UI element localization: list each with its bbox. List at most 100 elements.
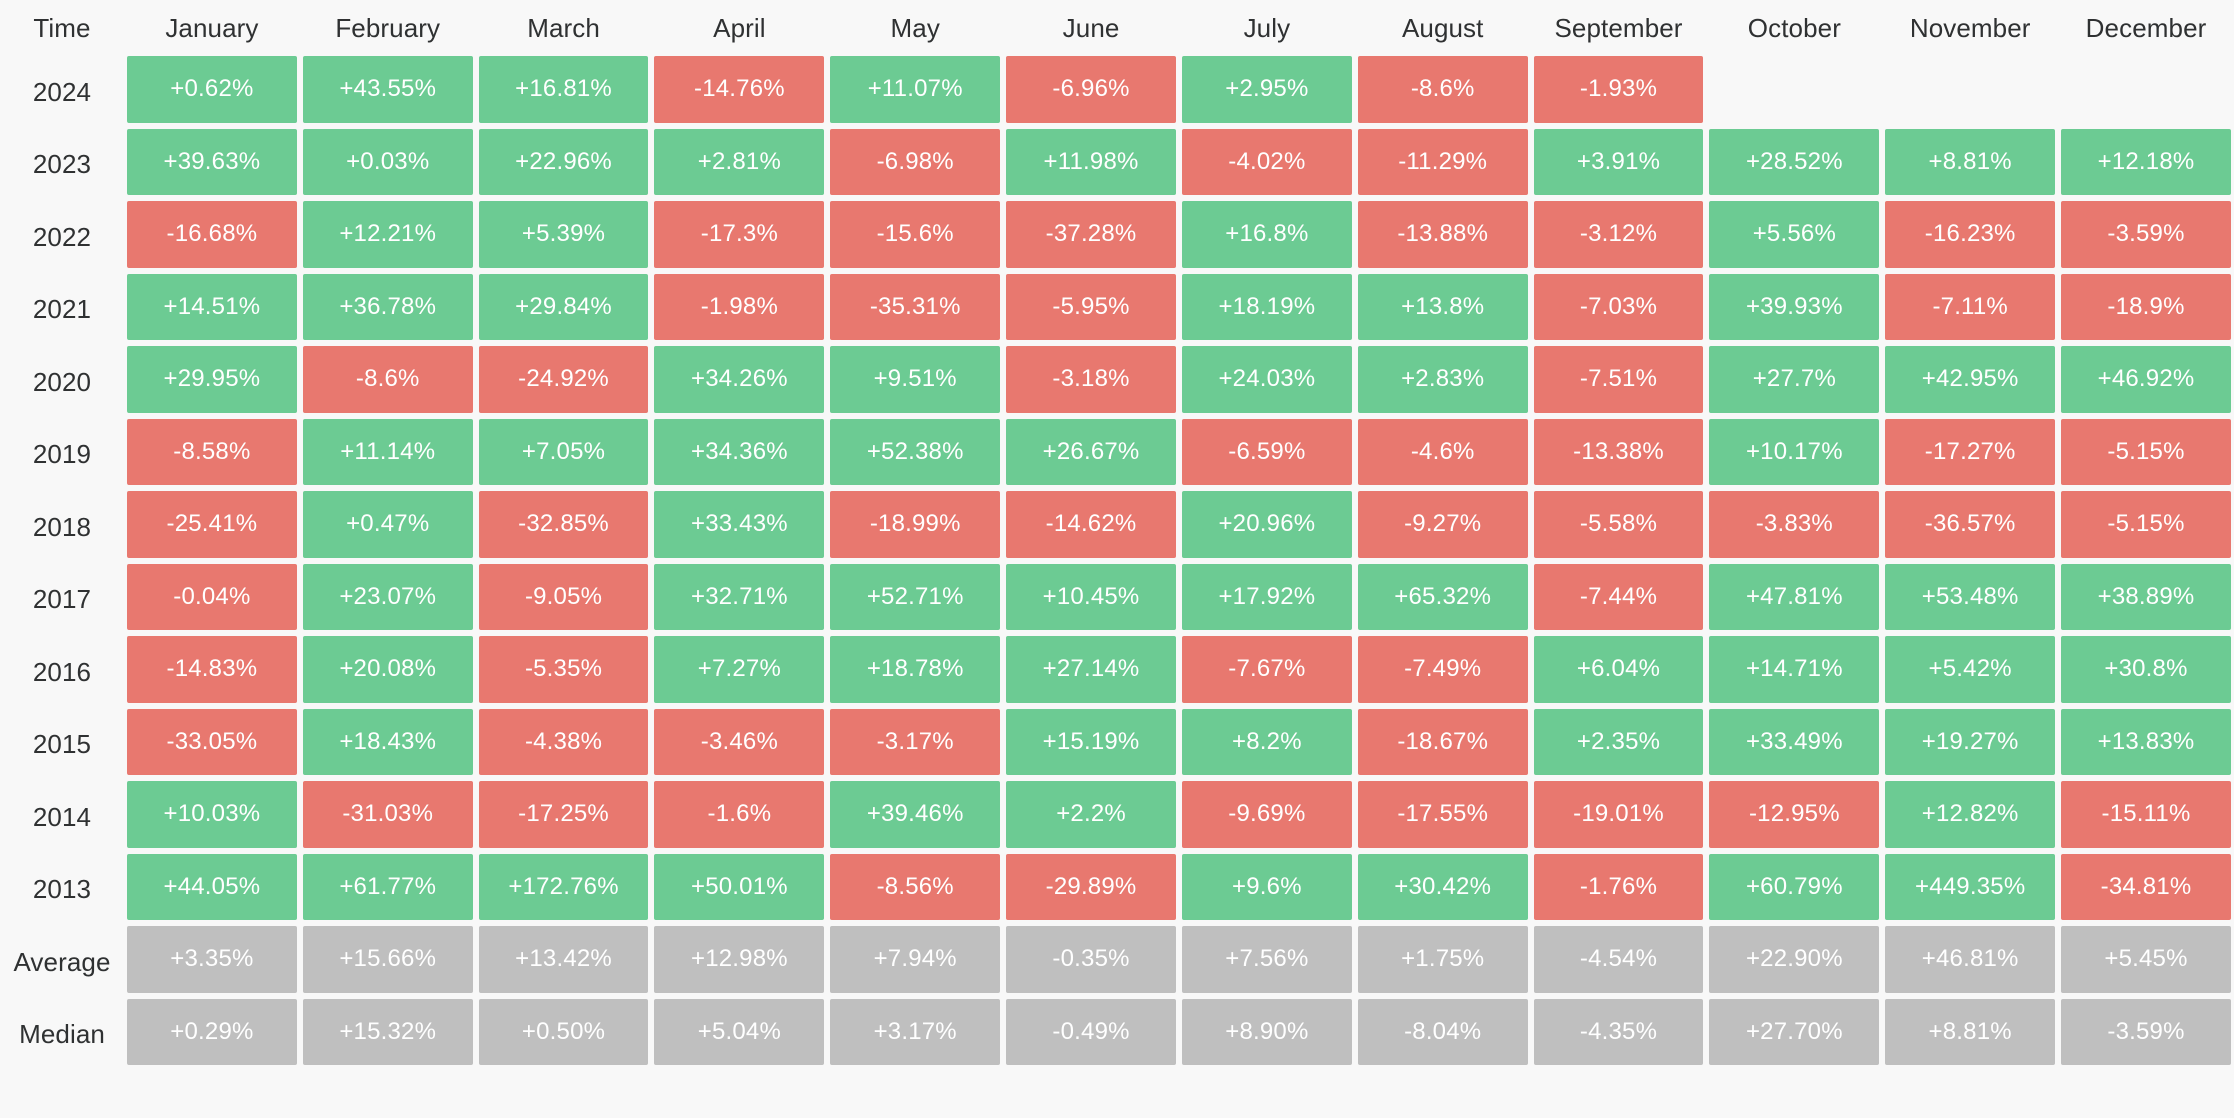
heatmap-cell[interactable]: -7.67% <box>1181 636 1352 703</box>
heatmap-cell[interactable]: -24.92% <box>478 346 649 413</box>
heatmap-cell[interactable]: -1.98% <box>654 273 825 340</box>
heatmap-cell[interactable]: -4.6% <box>1357 418 1528 485</box>
heatmap-cell[interactable]: +29.84% <box>478 273 649 340</box>
heatmap-cell[interactable]: -4.54% <box>1533 926 1704 993</box>
heatmap-cell[interactable]: +18.19% <box>1181 273 1352 340</box>
heatmap-cell[interactable]: +50.01% <box>654 853 825 920</box>
heatmap-cell[interactable]: -15.6% <box>830 201 1001 268</box>
heatmap-cell[interactable]: +27.14% <box>1006 636 1176 703</box>
heatmap-cell[interactable]: +5.39% <box>478 201 649 268</box>
heatmap-cell[interactable] <box>1885 56 2055 123</box>
heatmap-cell[interactable]: +22.90% <box>1709 926 1880 993</box>
heatmap-cell[interactable]: +24.03% <box>1181 346 1352 413</box>
heatmap-cell[interactable]: +2.81% <box>654 128 825 195</box>
heatmap-cell[interactable]: -5.58% <box>1533 491 1704 558</box>
heatmap-cell[interactable]: -32.85% <box>478 491 649 558</box>
heatmap-cell[interactable]: -14.83% <box>127 636 297 703</box>
heatmap-cell[interactable]: -3.17% <box>830 708 1001 775</box>
heatmap-cell[interactable]: -36.57% <box>1885 491 2056 558</box>
heatmap-cell[interactable]: +3.91% <box>1533 128 1704 195</box>
heatmap-cell[interactable]: +11.98% <box>1006 128 1176 195</box>
heatmap-cell[interactable]: +47.81% <box>1709 563 1880 630</box>
heatmap-cell[interactable]: +15.32% <box>302 998 473 1065</box>
heatmap-cell[interactable]: +18.78% <box>830 636 1001 703</box>
heatmap-cell[interactable]: +18.43% <box>302 708 473 775</box>
heatmap-cell[interactable]: +16.8% <box>1181 201 1352 268</box>
heatmap-cell[interactable]: -1.6% <box>654 781 825 848</box>
heatmap-cell[interactable]: +7.27% <box>654 636 825 703</box>
heatmap-cell[interactable]: +60.79% <box>1709 853 1880 920</box>
heatmap-cell[interactable]: +0.29% <box>127 998 297 1065</box>
heatmap-cell[interactable]: -35.31% <box>830 273 1001 340</box>
heatmap-cell[interactable]: +11.14% <box>302 418 473 485</box>
heatmap-cell[interactable] <box>1709 56 1879 123</box>
heatmap-cell[interactable]: +33.49% <box>1709 708 1880 775</box>
heatmap-cell[interactable]: -3.83% <box>1709 491 1880 558</box>
heatmap-cell[interactable]: +43.55% <box>302 56 473 123</box>
heatmap-cell[interactable]: +3.17% <box>830 998 1001 1065</box>
heatmap-cell[interactable]: +53.48% <box>1885 563 2056 630</box>
heatmap-cell[interactable]: -8.56% <box>830 853 1001 920</box>
heatmap-cell[interactable]: +65.32% <box>1357 563 1528 630</box>
heatmap-cell[interactable]: -25.41% <box>127 491 297 558</box>
heatmap-cell[interactable]: +38.89% <box>2061 563 2231 630</box>
heatmap-cell[interactable]: +5.56% <box>1709 201 1880 268</box>
heatmap-cell[interactable]: -34.81% <box>2061 853 2231 920</box>
heatmap-cell[interactable]: -4.38% <box>478 708 649 775</box>
heatmap-cell[interactable]: -6.96% <box>1006 56 1176 123</box>
heatmap-cell[interactable]: -5.15% <box>2061 491 2231 558</box>
heatmap-cell[interactable]: +449.35% <box>1885 853 2056 920</box>
heatmap-cell[interactable]: +3.35% <box>127 926 297 993</box>
heatmap-cell[interactable]: +29.95% <box>127 346 297 413</box>
heatmap-cell[interactable]: -8.6% <box>302 346 473 413</box>
heatmap-cell[interactable]: +2.95% <box>1181 56 1352 123</box>
heatmap-cell[interactable]: +7.05% <box>478 418 649 485</box>
heatmap-cell[interactable]: +6.04% <box>1533 636 1704 703</box>
heatmap-cell[interactable]: +33.43% <box>654 491 825 558</box>
heatmap-cell[interactable]: +16.81% <box>478 56 649 123</box>
heatmap-cell[interactable]: +172.76% <box>478 853 649 920</box>
heatmap-cell[interactable]: +27.70% <box>1709 998 1880 1065</box>
heatmap-cell[interactable]: -7.49% <box>1357 636 1528 703</box>
heatmap-cell[interactable]: -8.6% <box>1357 56 1528 123</box>
heatmap-cell[interactable]: +13.83% <box>2061 708 2231 775</box>
heatmap-cell[interactable]: +12.21% <box>302 201 473 268</box>
heatmap-cell[interactable]: +19.27% <box>1885 708 2056 775</box>
heatmap-cell[interactable]: +0.47% <box>302 491 473 558</box>
heatmap-cell[interactable]: +30.8% <box>2061 636 2231 703</box>
heatmap-cell[interactable]: +10.45% <box>1006 563 1176 630</box>
heatmap-cell[interactable]: -6.98% <box>830 128 1001 195</box>
heatmap-cell[interactable]: -14.62% <box>1006 491 1176 558</box>
heatmap-cell[interactable]: +30.42% <box>1357 853 1528 920</box>
heatmap-cell[interactable]: -16.23% <box>1885 201 2056 268</box>
heatmap-cell[interactable]: +34.26% <box>654 346 825 413</box>
heatmap-cell[interactable]: -5.95% <box>1006 273 1176 340</box>
heatmap-cell[interactable]: +11.07% <box>830 56 1001 123</box>
heatmap-cell[interactable]: +9.6% <box>1181 853 1352 920</box>
heatmap-cell[interactable]: -31.03% <box>302 781 473 848</box>
heatmap-cell[interactable]: -14.76% <box>654 56 825 123</box>
heatmap-cell[interactable]: +46.81% <box>1885 926 2056 993</box>
heatmap-cell[interactable]: +8.81% <box>1885 998 2056 1065</box>
heatmap-cell[interactable]: -8.58% <box>127 418 297 485</box>
heatmap-cell[interactable]: +5.45% <box>2061 926 2231 993</box>
heatmap-cell[interactable]: +0.50% <box>478 998 649 1065</box>
heatmap-cell[interactable]: -18.67% <box>1357 708 1528 775</box>
heatmap-cell[interactable]: +26.67% <box>1006 418 1176 485</box>
heatmap-cell[interactable]: +52.71% <box>830 563 1001 630</box>
heatmap-cell[interactable]: -3.59% <box>2061 201 2231 268</box>
heatmap-cell[interactable]: +10.17% <box>1709 418 1880 485</box>
heatmap-cell[interactable]: -7.11% <box>1885 273 2056 340</box>
heatmap-cell[interactable]: +36.78% <box>302 273 473 340</box>
heatmap-cell[interactable]: +1.75% <box>1357 926 1528 993</box>
heatmap-cell[interactable]: +5.42% <box>1885 636 2056 703</box>
heatmap-cell[interactable]: -9.27% <box>1357 491 1528 558</box>
heatmap-cell[interactable]: +8.2% <box>1181 708 1352 775</box>
heatmap-cell[interactable]: -17.25% <box>478 781 649 848</box>
heatmap-cell[interactable]: -0.04% <box>127 563 297 630</box>
heatmap-cell[interactable]: -37.28% <box>1006 201 1176 268</box>
heatmap-cell[interactable]: +12.18% <box>2061 128 2231 195</box>
heatmap-cell[interactable]: +8.90% <box>1181 998 1352 1065</box>
heatmap-cell[interactable]: +39.63% <box>127 128 297 195</box>
heatmap-cell[interactable]: -12.95% <box>1709 781 1880 848</box>
